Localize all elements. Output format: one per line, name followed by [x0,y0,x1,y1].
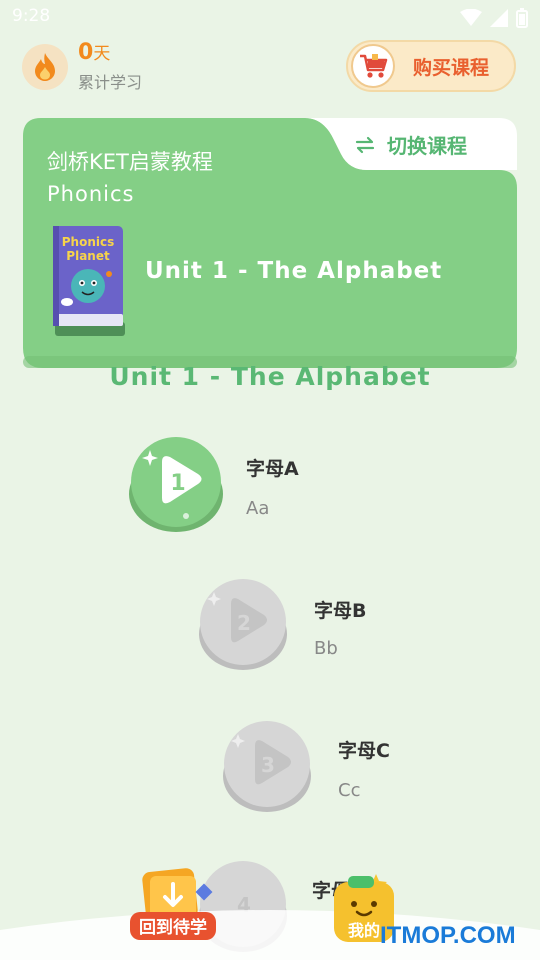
lesson-name: 字母A [246,458,299,480]
unit-section-title: Unit 1 - The Alphabet [109,362,431,391]
lesson-play-button[interactable]: 1 [128,436,228,536]
mine-tab-label: 我的 [348,921,380,940]
course-title: 剑桥KET启蒙教程 [47,150,213,174]
lesson-subtitle: Cc [338,780,361,801]
lesson-subtitle: Bb [314,638,338,659]
signal-icon [490,9,508,27]
current-unit-name: Unit 1 - The Alphabet [145,258,443,284]
status-time: 9:28 [12,6,51,26]
lesson-subtitle: Aa [246,498,270,519]
swap-icon [355,136,375,153]
book-title-line2: Planet [66,249,110,263]
streak-label: 累计学习 [78,73,143,92]
course-card: 剑桥KET启蒙教程 Phonics 切换课程 Phonics Planet Un… [23,118,517,368]
watermark: ITMOP.COM [380,922,516,949]
flame-icon [22,43,68,90]
back-to-study-label: 回到待学 [139,917,207,938]
status-bar: 9:28 [0,0,540,36]
lesson-name: 字母B [314,600,367,622]
battery-icon [516,8,528,28]
back-to-study-button[interactable]: 回到待学 [128,866,220,948]
lesson-number: 2 [237,611,251,635]
lesson-name: 字母C [338,740,390,762]
book-title-line1: Phonics [62,235,115,249]
switch-course-label: 切换课程 [387,134,467,158]
buy-course-label: 购买课程 [413,56,490,79]
shopping-cart-icon [351,44,395,88]
lesson-item[interactable]: 3 字母C Cc [222,720,462,816]
course-subtitle: Phonics [47,182,135,206]
lesson-item[interactable]: 2 字母B Bb [198,578,438,674]
switch-course-button[interactable]: 切换课程 [355,130,467,159]
lesson-play-button[interactable]: 3 [222,720,314,816]
streak-counter: 0天 累计学习 [22,40,142,93]
lesson-number: 1 [170,471,185,496]
streak-days: 0天 [78,40,111,65]
course-book-cover[interactable]: Phonics Planet [51,226,127,342]
wifi-icon [460,9,482,26]
lesson-play-button[interactable]: 2 [198,578,290,674]
buy-course-button[interactable]: 购买课程 [346,40,516,92]
lesson-item[interactable]: 1 字母A Aa [128,436,388,536]
lesson-number: 3 [261,753,275,777]
